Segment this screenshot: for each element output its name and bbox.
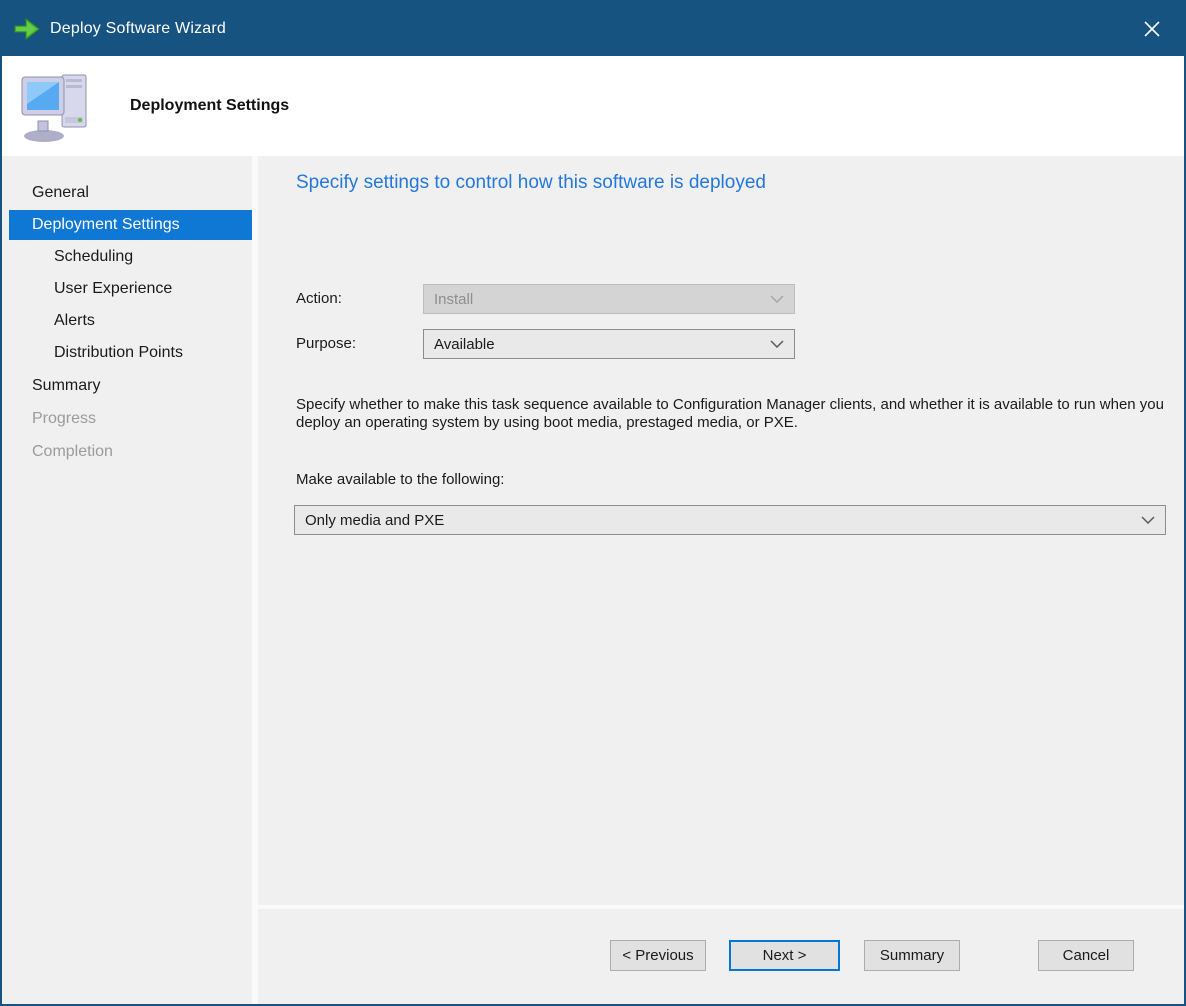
title-bar: Deploy Software Wizard xyxy=(2,2,1184,56)
footer-divider xyxy=(258,905,1184,909)
purpose-dropdown[interactable]: Available xyxy=(423,329,795,359)
make-available-value: Only media and PXE xyxy=(305,512,444,529)
sidebar-item-progress: Progress xyxy=(2,404,252,434)
purpose-label: Purpose: xyxy=(296,335,356,352)
chevron-down-icon xyxy=(1141,516,1155,524)
make-available-dropdown[interactable]: Only media and PXE xyxy=(294,505,1166,535)
close-icon[interactable] xyxy=(1132,9,1172,49)
sidebar-item-distribution-points[interactable]: Distribution Points xyxy=(2,338,252,368)
next-button[interactable]: Next > xyxy=(729,940,840,971)
previous-button[interactable]: < Previous xyxy=(610,940,706,971)
deploy-software-wizard-dialog: Deploy Software Wizard Deploym xyxy=(0,0,1186,1006)
sidebar-item-completion: Completion xyxy=(2,437,252,467)
summary-button[interactable]: Summary xyxy=(864,940,960,971)
chevron-down-icon xyxy=(770,340,784,348)
action-value: Install xyxy=(434,291,473,308)
content-heading: Specify settings to control how this sof… xyxy=(296,172,766,194)
make-available-label: Make available to the following: xyxy=(296,471,504,488)
action-label: Action: xyxy=(296,290,342,307)
computer-icon xyxy=(18,69,96,143)
sidebar-item-user-experience[interactable]: User Experience xyxy=(2,274,252,304)
window-title: Deploy Software Wizard xyxy=(50,20,226,38)
chevron-down-icon xyxy=(770,295,784,303)
sidebar-item-deployment-settings[interactable]: Deployment Settings xyxy=(9,210,252,240)
page-title: Deployment Settings xyxy=(130,97,289,115)
sidebar-item-scheduling[interactable]: Scheduling xyxy=(2,242,252,272)
cancel-button[interactable]: Cancel xyxy=(1038,940,1134,971)
wizard-header: Deployment Settings xyxy=(2,56,1184,156)
sidebar-item-alerts[interactable]: Alerts xyxy=(2,306,252,336)
green-arrow-icon xyxy=(14,16,40,42)
sidebar-item-summary[interactable]: Summary xyxy=(2,371,252,401)
action-dropdown: Install xyxy=(423,284,795,314)
sidebar-item-general[interactable]: General xyxy=(2,178,252,208)
availability-description: Specify whether to make this task sequen… xyxy=(296,396,1181,432)
wizard-steps-sidebar: General Deployment Settings Scheduling U… xyxy=(2,156,252,1004)
main-content: Specify settings to control how this sof… xyxy=(258,156,1184,1004)
purpose-value: Available xyxy=(434,336,495,353)
